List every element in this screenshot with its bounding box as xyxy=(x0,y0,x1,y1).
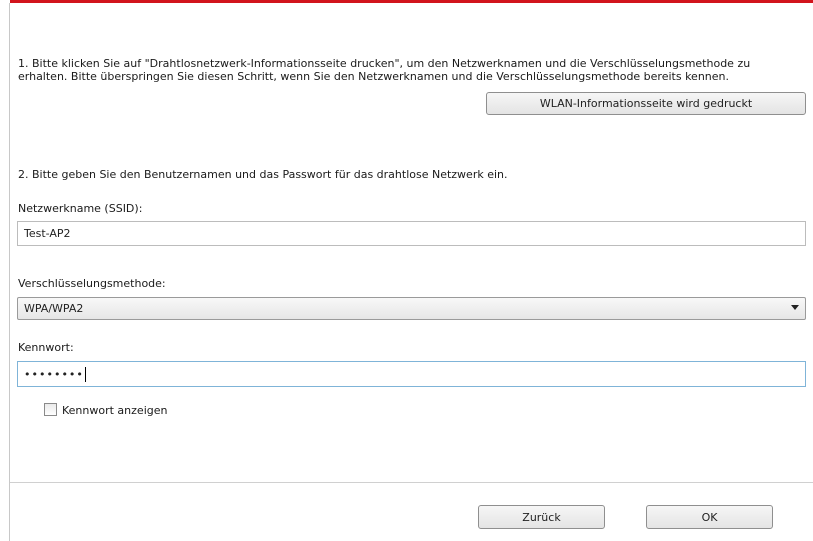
text-cursor xyxy=(84,366,86,382)
password-input[interactable]: •••••••• xyxy=(17,361,806,387)
encryption-select[interactable]: WPA/WPA2 xyxy=(17,297,806,320)
accent-bar xyxy=(10,0,813,3)
encryption-selected-value: WPA/WPA2 xyxy=(24,302,84,315)
ssid-value: Test-AP2 xyxy=(24,227,71,240)
show-password-checkbox[interactable] xyxy=(44,403,57,416)
chevron-down-icon xyxy=(791,305,799,310)
step1-text-line2: erhalten. Bitte überspringen Sie diesen … xyxy=(18,70,730,83)
show-password-label[interactable]: Kennwort anzeigen xyxy=(62,404,167,417)
encryption-label: Verschlüsselungsmethode: xyxy=(18,277,166,290)
back-button[interactable]: Zurück xyxy=(478,505,605,529)
ssid-label: Netzwerkname (SSID): xyxy=(18,202,143,215)
ssid-input[interactable]: Test-AP2 xyxy=(17,221,806,246)
footer-divider xyxy=(10,482,813,483)
step2-instruction: 2. Bitte geben Sie den Benutzernamen und… xyxy=(18,168,508,181)
print-info-page-button[interactable]: WLAN-Informationsseite wird gedruckt xyxy=(486,92,806,115)
password-label: Kennwort: xyxy=(18,341,74,354)
window-edge xyxy=(9,3,10,541)
password-masked-value: •••••••• xyxy=(24,367,84,381)
ok-button[interactable]: OK xyxy=(646,505,773,529)
step1-text-line1: 1. Bitte klicken Sie auf "Drahtlosnetzwe… xyxy=(18,57,751,70)
